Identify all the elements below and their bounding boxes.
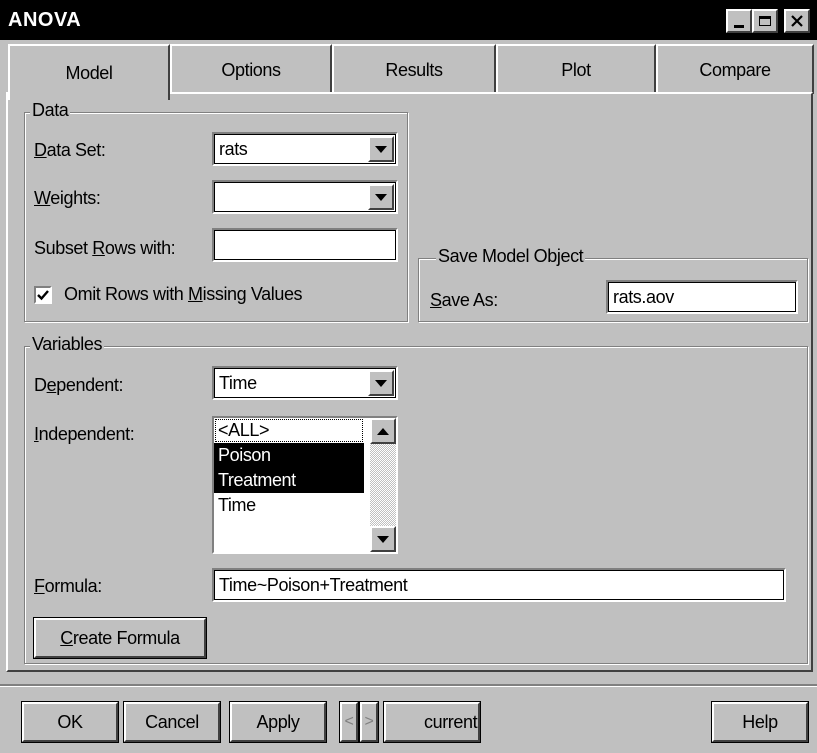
omit-missing-checkbox[interactable] <box>34 285 52 304</box>
dependent-dropdown[interactable]: Time <box>212 366 398 400</box>
independent-listbox[interactable]: <ALL> Poison Treatment Time <box>212 416 398 554</box>
scroll-down-icon <box>377 535 389 543</box>
previous-icon: < <box>344 713 354 730</box>
apply-label: Apply <box>256 711 300 732</box>
save-as-value: rats.aov <box>613 287 674 307</box>
formula-value: Time~Poison+Treatment <box>219 575 408 595</box>
independent-list: <ALL> Poison Treatment Time <box>214 418 364 518</box>
create-formula-button[interactable]: Create Formula <box>33 617 207 659</box>
weights-label: Weights: <box>34 188 101 208</box>
data-set-value: rats <box>219 139 248 159</box>
subset-label: Subset Rows with: <box>34 238 176 258</box>
formula-label: Formula: <box>34 576 102 596</box>
list-item[interactable]: <ALL> <box>214 418 364 443</box>
tab-results[interactable]: Results <box>332 44 496 94</box>
title-bar: ANOVA <box>0 0 817 40</box>
formula-input[interactable]: Time~Poison+Treatment <box>212 568 786 602</box>
cancel-label: Cancel <box>145 711 199 732</box>
tab-label: Options <box>221 59 281 80</box>
next-button[interactable]: > <box>359 701 379 743</box>
chevron-down-icon <box>375 145 387 153</box>
vertical-scrollbar[interactable] <box>370 418 396 552</box>
checkmark-icon <box>37 289 49 300</box>
variables-group <box>24 346 808 664</box>
tab-options[interactable]: Options <box>170 44 332 94</box>
help-label: Help <box>742 711 778 732</box>
tab-label: Compare <box>699 59 771 80</box>
dependent-label: Dependent: <box>34 375 124 395</box>
scroll-up-icon <box>377 427 389 435</box>
dependent-value: Time <box>219 373 257 393</box>
omit-missing-label: Omit Rows with Missing Values <box>64 284 303 304</box>
previous-button[interactable]: < <box>339 701 359 743</box>
data-set-label: Data Set: <box>34 140 106 160</box>
footer-separator <box>0 684 817 687</box>
maximize-icon <box>759 16 771 26</box>
create-formula-label: Create Formula <box>60 627 180 648</box>
minimize-icon <box>734 24 744 28</box>
scroll-up-button[interactable] <box>370 418 396 444</box>
chevron-down-icon <box>375 379 387 387</box>
next-icon: > <box>364 713 374 730</box>
weights-dropdown[interactable] <box>212 180 398 214</box>
list-item[interactable]: Poison <box>214 443 364 468</box>
dependent-dropdown-button[interactable] <box>368 370 394 396</box>
minimize-button[interactable] <box>726 9 752 33</box>
subset-input[interactable] <box>212 228 398 262</box>
maximize-button[interactable] <box>752 9 778 33</box>
tab-plot[interactable]: Plot <box>496 44 656 94</box>
current-button[interactable]: current <box>383 701 481 743</box>
window-title: ANOVA <box>8 9 82 31</box>
ok-button[interactable]: OK <box>21 701 119 743</box>
list-item[interactable]: Treatment <box>214 468 364 493</box>
tab-label: Model <box>65 62 113 83</box>
current-label: current <box>424 711 478 732</box>
chevron-down-icon <box>375 193 387 201</box>
save-model-legend: Save Model Object <box>436 246 586 267</box>
tab-label: Plot <box>561 59 591 80</box>
ok-label: OK <box>57 711 83 732</box>
list-item[interactable]: Time <box>214 493 364 518</box>
weights-dropdown-button[interactable] <box>368 184 394 210</box>
data-set-dropdown-button[interactable] <box>368 136 394 162</box>
save-as-input[interactable]: rats.aov <box>606 280 798 314</box>
help-button[interactable]: Help <box>711 701 809 743</box>
omit-missing-checkbox-row[interactable]: Omit Rows with Missing Values <box>34 284 303 305</box>
tab-compare[interactable]: Compare <box>656 44 814 94</box>
independent-label: Independent: <box>34 424 135 444</box>
apply-button[interactable]: Apply <box>229 701 327 743</box>
close-button[interactable] <box>784 9 810 33</box>
data-group-legend: Data <box>30 100 71 121</box>
tab-model[interactable]: Model <box>8 44 170 100</box>
scroll-down-button[interactable] <box>370 526 396 552</box>
tab-label: Results <box>385 59 443 80</box>
data-set-dropdown[interactable]: rats <box>212 132 398 166</box>
save-as-label: Save As: <box>430 290 498 310</box>
close-icon <box>791 15 803 27</box>
cancel-button[interactable]: Cancel <box>123 701 221 743</box>
variables-legend: Variables <box>30 334 105 355</box>
